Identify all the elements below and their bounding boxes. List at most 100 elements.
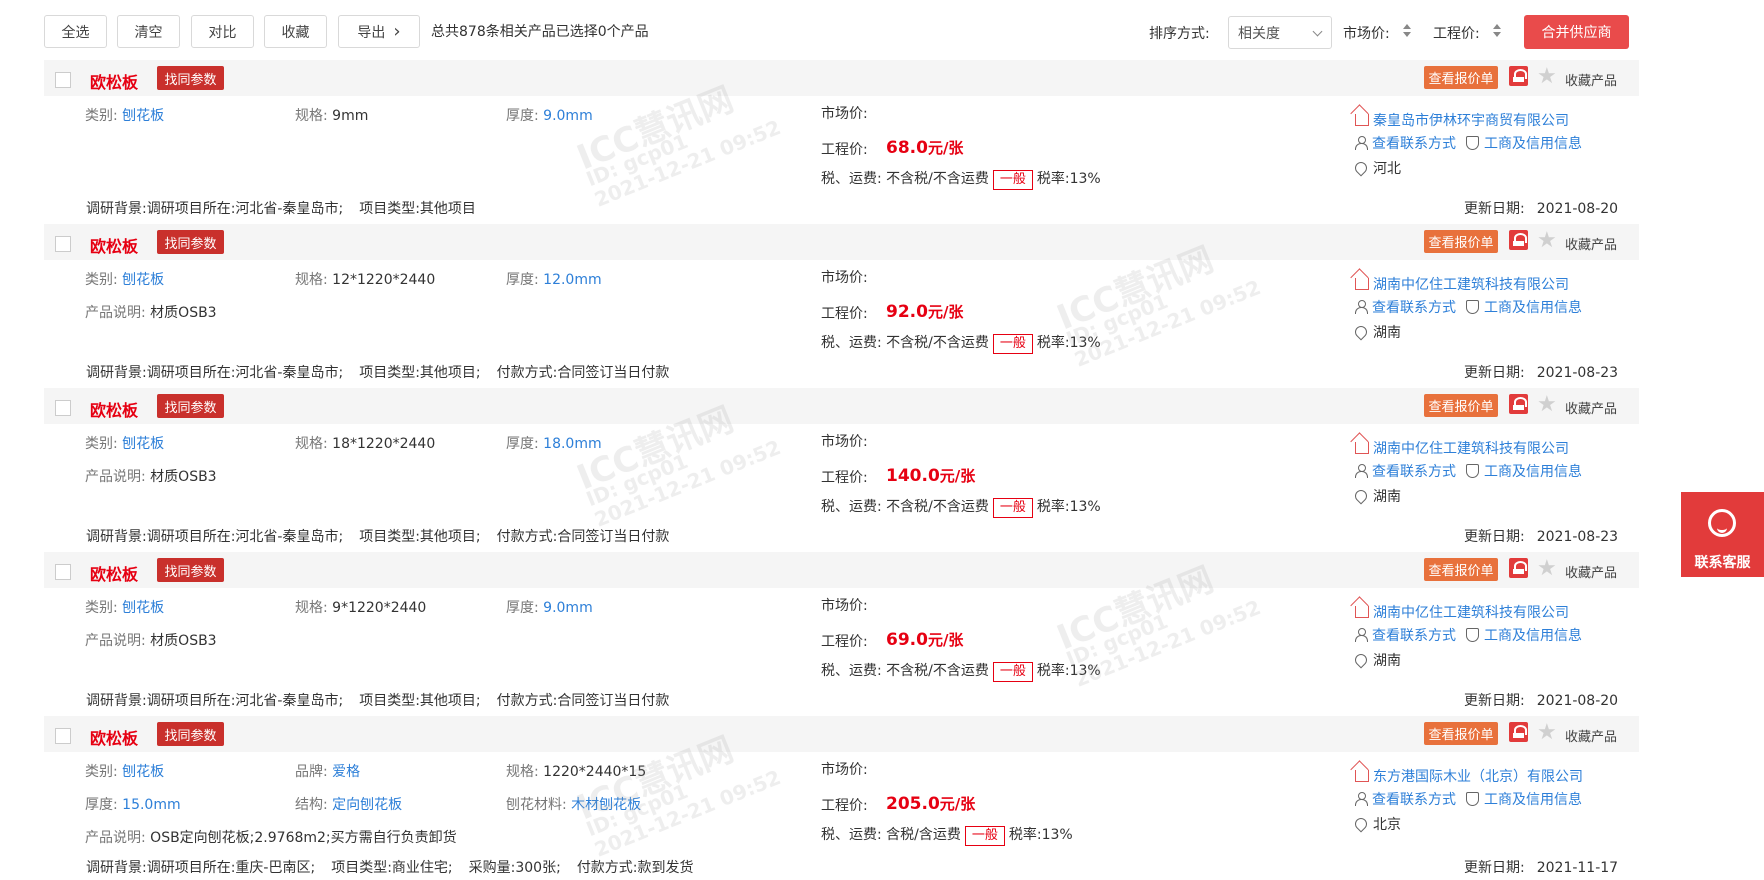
category-link[interactable]: 刨花板 — [122, 600, 164, 616]
market-price-sort[interactable]: 市场价: — [1343, 23, 1390, 43]
product-checkbox[interactable] — [55, 400, 71, 416]
product-title[interactable]: 欧松板 — [90, 397, 138, 421]
view-contact-link[interactable]: 查看联系方式 — [1372, 300, 1456, 316]
favorite-product-label[interactable]: 收藏产品 — [1565, 70, 1617, 89]
engineering-price-label: 工程价: — [821, 634, 868, 650]
category-field: 类别: 刨花板 — [85, 108, 165, 124]
find-same-params-button[interactable]: 找同参数 — [157, 722, 224, 746]
contact-links: 查看联系方式 工商及信用信息 — [1355, 625, 1582, 645]
engineering-price: 140.0元/张 — [886, 466, 976, 486]
thickness-field: 厚度: 15.0mm — [85, 797, 181, 813]
product-title[interactable]: 欧松板 — [90, 725, 138, 749]
spec-field: 规格: 9*1220*2440 — [295, 600, 427, 616]
research-background: 调研背景:调研项目所在:重庆-巴南区; 项目类型:商业住宅; 采购量:300张; 付款… — [86, 860, 694, 876]
view-quote-button[interactable]: 查看报价单 — [1424, 230, 1498, 253]
product-checkbox[interactable] — [55, 728, 71, 744]
view-contact-link[interactable]: 查看联系方式 — [1372, 792, 1456, 808]
credit-info-link[interactable]: 工商及信用信息 — [1484, 628, 1582, 644]
supplier-link[interactable]: 湖南中亿住工建筑科技有限公司 — [1355, 438, 1569, 458]
research-background: 调研背景:调研项目所在:河北省-秦皇岛市; 项目类型:其他项目; 付款方式:合同签订… — [86, 365, 670, 381]
view-contact-link[interactable]: 查看联系方式 — [1372, 136, 1456, 152]
star-icon[interactable]: ★ — [1537, 66, 1557, 88]
stamp-icon[interactable] — [1509, 394, 1528, 414]
find-same-params-button[interactable]: 找同参数 — [157, 230, 224, 254]
favorite-product-label[interactable]: 收藏产品 — [1565, 234, 1617, 253]
customer-service-float-button[interactable]: 联系客服 — [1681, 492, 1764, 577]
supplier-link[interactable]: 湖南中亿住工建筑科技有限公司 — [1355, 274, 1569, 294]
view-quote-button[interactable]: 查看报价单 — [1424, 722, 1498, 745]
supplier-link[interactable]: 湖南中亿住工建筑科技有限公司 — [1355, 602, 1569, 622]
view-contact-link[interactable]: 查看联系方式 — [1372, 628, 1456, 644]
category-link[interactable]: 刨花板 — [122, 272, 164, 288]
customer-service-label: 联系客服 — [1694, 555, 1751, 571]
stamp-icon[interactable] — [1509, 66, 1528, 86]
sort-arrows-icon[interactable] — [1402, 24, 1412, 40]
view-quote-button[interactable]: 查看报价单 — [1424, 394, 1498, 417]
product-title[interactable]: 欧松板 — [90, 561, 138, 585]
stamp-icon[interactable] — [1509, 230, 1528, 250]
credit-info-link[interactable]: 工商及信用信息 — [1484, 136, 1582, 152]
region: 北京 — [1352, 814, 1401, 834]
thickness-field: 厚度: 18.0mm — [506, 436, 602, 452]
product-checkbox[interactable] — [55, 236, 71, 252]
export-button[interactable]: 导出 › — [338, 15, 420, 48]
contact-links: 查看联系方式 工商及信用信息 — [1355, 297, 1582, 317]
market-price-label: 市场价: — [821, 762, 868, 778]
shield-icon — [1466, 464, 1479, 478]
product-desc-field: 产品说明: OSB定向刨花板;2.9768m2;买方需自行负责卸货 — [85, 830, 457, 846]
credit-info-link[interactable]: 工商及信用信息 — [1484, 464, 1582, 480]
engineering-price-label: 工程价: — [821, 470, 868, 486]
engineering-price-sort[interactable]: 工程价: — [1433, 23, 1480, 43]
view-contact-link[interactable]: 查看联系方式 — [1372, 464, 1456, 480]
tax-freight-line: 税、运费: 不含税/不含运费 一般 税率:13% — [821, 168, 1101, 190]
star-icon[interactable]: ★ — [1537, 230, 1557, 252]
find-same-params-button[interactable]: 找同参数 — [157, 394, 224, 418]
tax-freight-line: 税、运费: 含税/含运费 一般 税率:13% — [821, 824, 1073, 846]
product-checkbox[interactable] — [55, 72, 71, 88]
star-icon[interactable]: ★ — [1537, 558, 1557, 580]
shield-icon — [1466, 300, 1479, 314]
headset-icon — [1708, 509, 1736, 537]
contact-links: 查看联系方式 工商及信用信息 — [1355, 789, 1582, 809]
compare-button[interactable]: 对比 — [191, 15, 254, 48]
product-title[interactable]: 欧松板 — [90, 233, 138, 257]
star-icon[interactable]: ★ — [1537, 722, 1557, 744]
product-checkbox[interactable] — [55, 564, 71, 580]
tax-freight-line: 税、运费: 不含税/不含运费 一般 税率:13% — [821, 332, 1101, 354]
location-pin-icon — [1352, 487, 1370, 505]
product-title[interactable]: 欧松板 — [90, 69, 138, 93]
home-icon — [1355, 770, 1369, 782]
favorite-product-label[interactable]: 收藏产品 — [1565, 398, 1617, 417]
spec-field: 规格: 1220*2440*15 — [506, 764, 647, 780]
star-icon[interactable]: ★ — [1537, 394, 1557, 416]
find-same-params-button[interactable]: 找同参数 — [157, 66, 224, 90]
category-link[interactable]: 刨花板 — [122, 436, 164, 452]
view-quote-button[interactable]: 查看报价单 — [1424, 558, 1498, 581]
find-same-params-button[interactable]: 找同参数 — [157, 558, 224, 582]
market-price-label: 市场价: — [821, 106, 868, 122]
supplier-link[interactable]: 秦皇岛市伊林环宇商贸有限公司 — [1355, 110, 1569, 130]
select-all-button[interactable]: 全选 — [44, 15, 107, 48]
engineering-price: 69.0元/张 — [886, 630, 964, 650]
tax-freight-line: 税、运费: 不含税/不含运费 一般 税率:13% — [821, 496, 1101, 518]
view-quote-button[interactable]: 查看报价单 — [1424, 66, 1498, 89]
merge-suppliers-button[interactable]: 合并供应商 — [1524, 15, 1629, 49]
clear-button[interactable]: 清空 — [117, 15, 180, 48]
home-icon — [1355, 606, 1369, 618]
favorite-product-label[interactable]: 收藏产品 — [1565, 562, 1617, 581]
sort-select[interactable]: 相关度 — [1228, 16, 1332, 49]
favorite-product-label[interactable]: 收藏产品 — [1565, 726, 1617, 745]
supplier-link[interactable]: 东方港国际木业（北京）有限公司 — [1355, 766, 1583, 786]
region: 湖南 — [1352, 322, 1401, 342]
engineering-price-label: 工程价: — [821, 798, 868, 814]
stamp-icon[interactable] — [1509, 558, 1528, 578]
category-link[interactable]: 刨花板 — [122, 108, 164, 124]
stamp-icon[interactable] — [1509, 722, 1528, 742]
credit-info-link[interactable]: 工商及信用信息 — [1484, 792, 1582, 808]
sort-arrows-icon[interactable] — [1492, 24, 1502, 40]
person-icon — [1355, 628, 1368, 642]
category-link[interactable]: 刨花板 — [122, 764, 164, 780]
favorite-button[interactable]: 收藏 — [264, 15, 327, 48]
market-price-label: 市场价: — [821, 434, 868, 450]
credit-info-link[interactable]: 工商及信用信息 — [1484, 300, 1582, 316]
